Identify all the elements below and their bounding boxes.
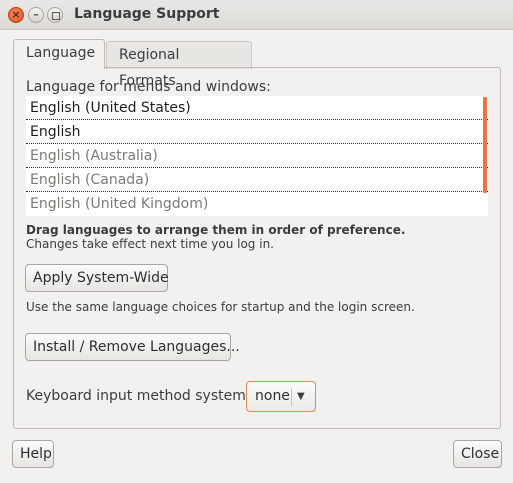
install-remove-languages-button[interactable]: Install / Remove Languages... [25, 333, 240, 361]
apply-description: Use the same language choices for startu… [26, 300, 415, 314]
help-button[interactable]: Help [12, 440, 54, 468]
drag-hint: Drag languages to arrange them in order … [26, 223, 406, 237]
tab-language[interactable]: Language [13, 39, 105, 69]
tab-regional-formats[interactable]: Regional Formats [106, 41, 252, 89]
language-list[interactable]: English (United States) English English … [26, 96, 488, 216]
keyboard-input-method-label: Keyboard input method system: [26, 388, 251, 404]
language-item[interactable]: English [26, 120, 488, 144]
language-section-label: Language for menus and windows: [26, 79, 271, 95]
language-item[interactable]: English (Australia) [26, 144, 488, 168]
maximize-icon[interactable] [47, 7, 63, 23]
change-hint: Changes take effect next time you log in… [26, 237, 274, 251]
language-item[interactable]: English (United Kingdom) [26, 192, 488, 216]
keyboard-input-method-value: none [255, 388, 290, 404]
close-button[interactable]: Close [453, 440, 502, 468]
keyboard-input-method-select[interactable]: none ▼ [246, 381, 316, 412]
title-bar: × – Language Support [0, 0, 513, 30]
close-icon[interactable]: × [8, 7, 24, 23]
window-title: Language Support [74, 6, 220, 22]
dropdown-arrow-icon: ▼ [297, 391, 305, 402]
language-item[interactable]: English (Canada) [26, 168, 488, 192]
language-item[interactable]: English (United States) [26, 96, 488, 120]
combo-divider [291, 388, 292, 406]
minimize-icon[interactable]: – [28, 7, 44, 23]
language-list-scrollbar[interactable] [483, 97, 487, 193]
apply-system-wide-button[interactable]: Apply System-Wide [25, 264, 169, 292]
